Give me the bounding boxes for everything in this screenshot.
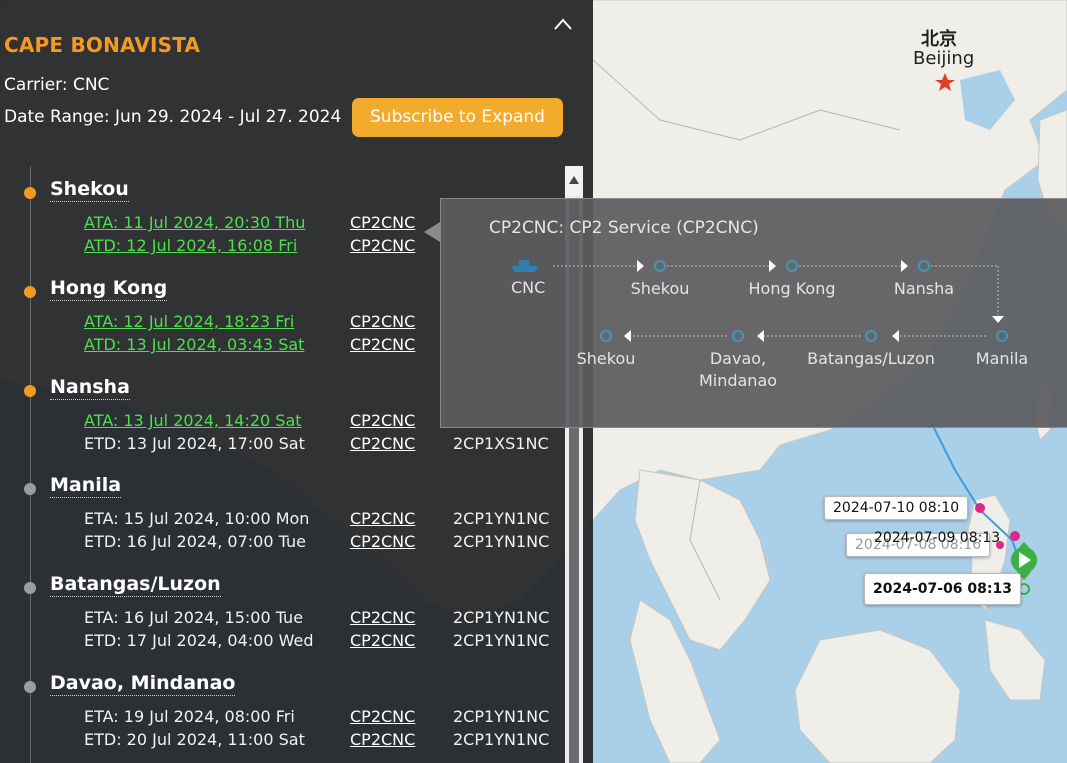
route-stop-dot (600, 330, 612, 342)
port-time-row: ETD: 20 Jul 2024, 11:00 Sat (84, 730, 305, 749)
port-name[interactable]: Nansha (50, 376, 130, 400)
route-stop-label: Nansha (893, 279, 955, 298)
service-popup: CP2CNC: CP2 Service (CP2CNC) CNC Shekou … (440, 198, 1067, 428)
service-link[interactable]: CP2CNC (350, 608, 415, 627)
voyage-code: 2CP1YN1NC (453, 532, 550, 551)
port-time-row: ETD: 16 Jul 2024, 07:00 Tue (84, 532, 306, 551)
service-link[interactable]: CP2CNC (350, 411, 415, 430)
port-time-row: ETD: 17 Jul 2024, 04:00 Wed (84, 631, 314, 650)
service-route-diagram (511, 260, 1004, 342)
port-name[interactable]: Manila (50, 474, 122, 498)
track-label-current[interactable]: 2024-07-06 08:13 (864, 573, 1021, 605)
popup-pointer (424, 222, 440, 242)
track-label[interactable]: 2024-07-09 08:13 (866, 527, 1008, 549)
port-status-dot (24, 483, 36, 495)
port-time-row: ETA: 19 Jul 2024, 08:00 Fri (84, 707, 295, 726)
scroll-up-arrow-icon[interactable] (565, 166, 583, 196)
voyage-code: 2CP1YN1NC (453, 608, 550, 627)
port-time-row: ATA: 11 Jul 2024, 20:30 Thu (84, 213, 306, 232)
port-status-dot (24, 385, 36, 397)
service-link[interactable]: CP2CNC (350, 509, 415, 528)
carrier-text: Carrier: CNC (4, 75, 110, 95)
port-time-row: ATA: 12 Jul 2024, 18:23 Fri (84, 312, 295, 331)
route-stop-dot (786, 260, 798, 272)
ship-icon (511, 260, 539, 272)
service-link[interactable]: CP2CNC (350, 335, 415, 354)
port-status-dot (24, 582, 36, 594)
port-time-row: ETD: 13 Jul 2024, 17:00 Sat (84, 434, 305, 453)
service-link[interactable]: CP2CNC (350, 434, 415, 453)
service-link[interactable]: CP2CNC (350, 213, 415, 232)
route-stop-dot (865, 330, 877, 342)
track-point[interactable] (975, 503, 985, 513)
voyage-code: 2CP1YN1NC (453, 707, 550, 726)
voyage-code: 2CP1YN1NC (453, 631, 550, 650)
route-origin: CNC (511, 278, 546, 297)
route-stop-dot (918, 260, 930, 272)
port-status-dot (24, 286, 36, 298)
port-name[interactable]: Shekou (50, 178, 129, 202)
port-status-dot (24, 187, 36, 199)
voyage-code: 2CP1YN1NC (453, 509, 550, 528)
service-link[interactable]: CP2CNC (350, 707, 415, 726)
service-link[interactable]: CP2CNC (350, 532, 415, 551)
port-time-row: ATD: 12 Jul 2024, 16:08 Fri (84, 236, 298, 255)
date-range-text: Date Range: Jun 29. 2024 - Jul 27. 2024 (4, 107, 342, 127)
port-time-row: ATD: 13 Jul 2024, 03:43 Sat (84, 335, 305, 354)
service-link[interactable]: CP2CNC (350, 312, 415, 331)
voyage-code: 2CP1XS1NC (453, 434, 549, 453)
collapse-chevron-up-icon[interactable] (552, 14, 574, 36)
voyage-code: 2CP1YN1NC (453, 730, 550, 749)
service-link[interactable]: CP2CNC (350, 730, 415, 749)
track-point[interactable] (1010, 531, 1020, 541)
port-name[interactable]: Davao, Mindanao (50, 672, 236, 696)
subscribe-button[interactable]: Subscribe to Expand (352, 98, 563, 137)
timeline-line (30, 166, 31, 763)
vessel-name: CAPE BONAVISTA (4, 33, 201, 57)
service-link[interactable]: CP2CNC (350, 631, 415, 650)
route-stop-dot (732, 330, 744, 342)
city-label-en: Beijing (913, 48, 975, 69)
port-status-dot (24, 681, 36, 693)
route-stop-label: Shekou (576, 349, 636, 368)
port-time-row: ETA: 16 Jul 2024, 15:00 Tue (84, 608, 304, 627)
port-time-row: ETA: 15 Jul 2024, 10:00 Mon (84, 509, 310, 528)
service-link[interactable]: CP2CNC (350, 236, 415, 255)
route-stop-dot (996, 330, 1008, 342)
port-name[interactable]: Hong Kong (50, 277, 168, 301)
port-name[interactable]: Batangas/Luzon (50, 573, 221, 597)
track-label[interactable]: 2024-07-10 08:10 (824, 496, 969, 520)
route-stop-dot (654, 260, 666, 272)
port-time-row: ATA: 13 Jul 2024, 14:20 Sat (84, 411, 302, 430)
